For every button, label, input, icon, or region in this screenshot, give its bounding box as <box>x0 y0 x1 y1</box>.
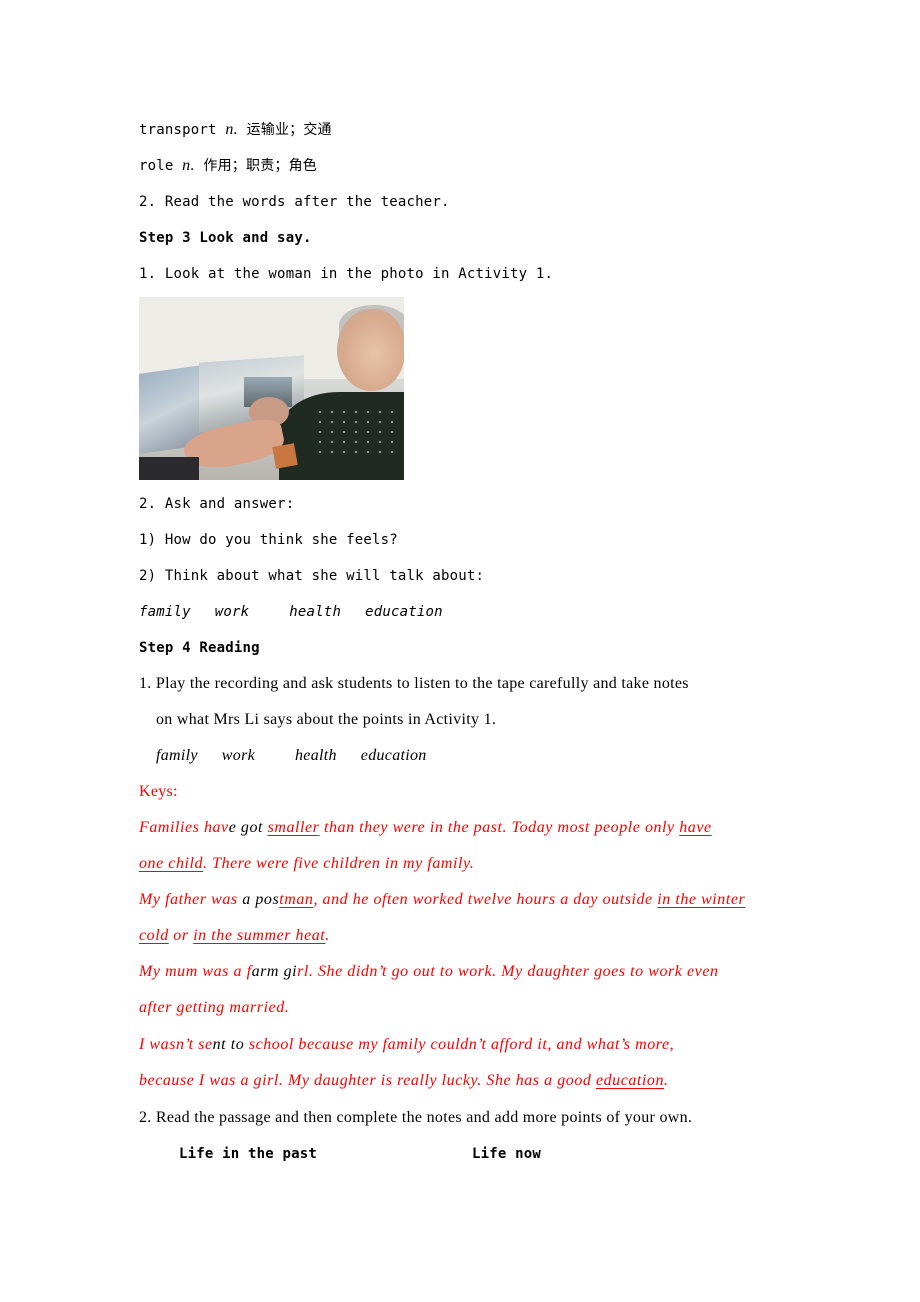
vocab-meaning: 运输业；交通 <box>246 122 332 138</box>
answer-text: . <box>664 1072 669 1089</box>
vocab-entry: role n. 作用；职责；角色 <box>139 156 317 176</box>
key-paragraph-3-line-2: after getting married. <box>139 999 290 1016</box>
answer-text: . There were five children in my family. <box>203 855 475 872</box>
answer-text: rl. She didn’t go out to work. My daught… <box>297 963 719 980</box>
instruction-read-words: 2. Read the words after the teacher. <box>139 194 450 210</box>
answer-text: , and he often worked twelve hours a day… <box>313 891 658 908</box>
answer-blank: smaller <box>267 819 320 836</box>
topic-family: family <box>139 604 191 620</box>
key-paragraph-4-line-1: I wasn’t sent to school because my famil… <box>139 1035 674 1055</box>
topic-education: education <box>365 604 443 620</box>
question-1: 1) How do you think she feels? <box>139 532 398 548</box>
step4-item1-line1: 1. Play the recording and ask students t… <box>139 675 689 692</box>
vocab-word: role <box>139 158 174 174</box>
step3-item1: 1. Look at the woman in the photo in Act… <box>139 266 554 282</box>
answer-text: My mum was a f <box>139 963 252 980</box>
answer-text: nt to <box>212 1036 249 1053</box>
key-paragraph-1-line-1: Families have got smaller than they were… <box>139 818 712 838</box>
answer-text: arm gi <box>251 963 298 980</box>
key-paragraph-1-line-2: one child. There were five children in m… <box>139 854 474 874</box>
step4-item1-line2: on what Mrs Li says about the points in … <box>156 711 497 728</box>
topic-education: education <box>360 747 427 764</box>
step3-item2: 2. Ask and answer: <box>139 496 295 512</box>
answer-text: e got <box>228 819 268 836</box>
answer-blank: one child <box>139 855 204 872</box>
question-2: 2) Think about what she will talk about: <box>139 568 485 584</box>
answer-blank: have <box>679 819 712 836</box>
vocab-pos: n. <box>225 121 238 138</box>
vocab-meaning: 作用；职责；角色 <box>203 158 318 174</box>
answer-blank: education <box>595 1072 665 1089</box>
answer-text: than they were in the past. Today most p… <box>319 819 680 836</box>
step3-heading: Step 3 Look and say. <box>139 230 312 246</box>
keys-label: Keys: <box>139 783 178 800</box>
answer-blank: in the summer heat <box>193 927 326 944</box>
vocab-entry: transport n. 运输业；交通 <box>139 120 332 140</box>
topic-list: family work health education <box>139 602 443 622</box>
topic-work: work <box>214 604 250 620</box>
answer-text: because I was a girl. My daughter is rea… <box>139 1072 596 1089</box>
topic-work: work <box>221 747 255 764</box>
answer-text: My father was <box>139 891 243 908</box>
topic-list: family work health education <box>156 746 427 766</box>
vocab-pos: n. <box>182 157 195 174</box>
key-paragraph-3-line-1: My mum was a farm girl. She didn’t go ou… <box>139 962 719 982</box>
answer-text: I wasn’t se <box>139 1036 213 1053</box>
answer-text: Families hav <box>139 819 229 836</box>
topic-health: health <box>295 747 337 764</box>
answer-text: or <box>168 927 194 944</box>
step4-item2: 2. Read the passage and then complete th… <box>139 1109 693 1126</box>
answer-blank: in the winter <box>657 891 746 908</box>
woman-photo <box>139 297 404 480</box>
key-paragraph-2-line-2: cold or in the summer heat. <box>139 926 330 946</box>
column-heading-now: Life now <box>472 1146 542 1162</box>
answer-blank: tman <box>279 891 314 908</box>
topic-health: health <box>289 604 342 620</box>
key-paragraph-4-line-2: because I was a girl. My daughter is rea… <box>139 1071 669 1091</box>
answer-text: a pos <box>242 891 280 908</box>
topic-family: family <box>156 747 198 764</box>
column-heading-past: Life in the past <box>179 1146 318 1162</box>
answer-text: school because my family couldn’t afford… <box>248 1036 675 1053</box>
answer-blank: cold <box>139 927 169 944</box>
answer-text: . <box>325 927 330 944</box>
vocab-word: transport <box>139 122 217 138</box>
step4-heading: Step 4 Reading <box>139 640 260 656</box>
key-paragraph-2-line-1: My father was a postman, and he often wo… <box>139 890 745 910</box>
